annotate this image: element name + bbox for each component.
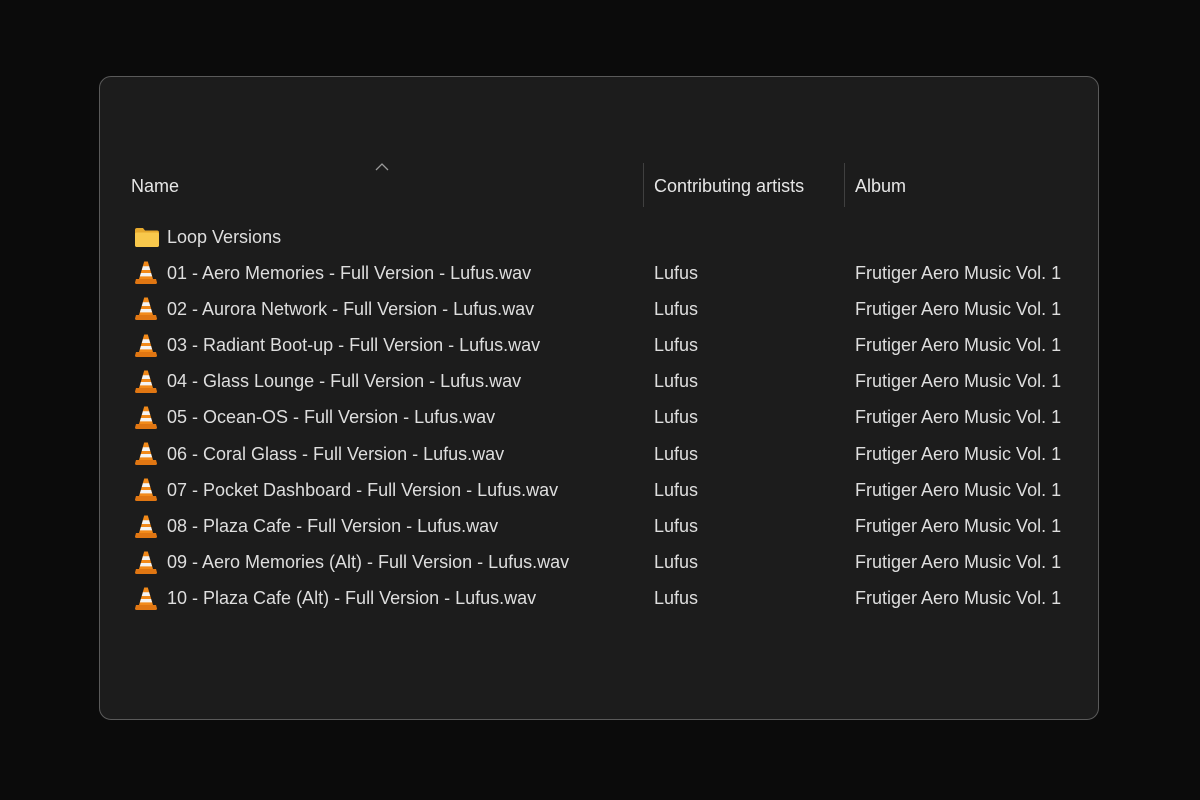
file-name-cell: Loop Versions — [134, 219, 281, 255]
file-row[interactable]: 01 - Aero Memories - Full Version - Lufu… — [100, 255, 1098, 291]
column-resize-handle-artists[interactable] — [844, 163, 845, 207]
file-name-label: 01 - Aero Memories - Full Version - Lufu… — [167, 262, 532, 283]
sort-ascending-icon — [375, 163, 389, 171]
contributing-artist-cell: Lufus — [654, 552, 699, 573]
file-name-label: 04 - Glass Lounge - Full Version - Lufus… — [167, 371, 522, 392]
column-header-contributing-artists[interactable]: Contributing artists — [654, 163, 804, 209]
file-name-label: Loop Versions — [167, 226, 282, 247]
file-name-label: 07 - Pocket Dashboard - Full Version - L… — [167, 479, 559, 500]
file-row[interactable]: 08 - Plaza Cafe - Full Version - Lufus.w… — [100, 509, 1098, 545]
album-cell: Frutiger Aero Music Vol. 1 — [855, 516, 1062, 536]
contributing-artist-cell: Lufus — [654, 516, 699, 536]
column-header-album[interactable]: Album — [855, 163, 906, 209]
contributing-artist-cell: Lufus — [654, 262, 699, 283]
file-name-label: 06 - Coral Glass - Full Version - Lufus.… — [167, 443, 505, 464]
file-name-cell: 08 - Plaza Cafe - Full Version - Lufus.w… — [134, 509, 498, 545]
vlc-cone-icon — [134, 333, 160, 359]
album-cell: Frutiger Aero Music Vol. 1 — [855, 298, 1062, 319]
file-explorer-window: Name Contributing artists Album Loop Ver… — [99, 76, 1099, 720]
file-row[interactable]: 03 - Radiant Boot-up - Full Version - Lu… — [100, 328, 1098, 364]
vlc-cone-icon — [134, 405, 160, 431]
file-row[interactable]: 06 - Coral Glass - Full Version - Lufus.… — [100, 436, 1098, 472]
file-row[interactable]: 05 - Ocean-OS - Full Version - Lufus.wav… — [100, 400, 1098, 436]
vlc-cone-icon — [134, 369, 160, 395]
file-name-label: 02 - Aurora Network - Full Version - Luf… — [167, 298, 535, 319]
contributing-artist-cell: Lufus — [654, 407, 699, 428]
vlc-cone-icon — [134, 441, 160, 467]
contributing-artist-cell: Lufus — [654, 479, 699, 500]
file-name-cell: 04 - Glass Lounge - Full Version - Lufus… — [134, 364, 521, 400]
contributing-artist-cell: Lufus — [654, 298, 699, 319]
file-name-cell: 02 - Aurora Network - Full Version - Luf… — [134, 291, 534, 327]
contributing-artist-cell: Lufus — [654, 443, 699, 464]
file-name-label: 05 - Ocean-OS - Full Version - Lufus.wav — [167, 407, 496, 428]
folder-row[interactable]: Loop Versions — [100, 219, 1098, 255]
album-cell: Frutiger Aero Music Vol. 1 — [855, 479, 1062, 500]
file-name-cell: 01 - Aero Memories - Full Version - Lufu… — [134, 255, 531, 291]
vlc-cone-icon — [134, 296, 160, 322]
contributing-artist-cell: Lufus — [654, 335, 699, 356]
file-name-label: 09 - Aero Memories (Alt) - Full Version … — [167, 552, 570, 573]
column-resize-handle-name[interactable] — [643, 163, 644, 207]
vlc-cone-icon — [134, 586, 160, 612]
file-name-label: 03 - Radiant Boot-up - Full Version - Lu… — [167, 335, 541, 356]
file-name-cell: 05 - Ocean-OS - Full Version - Lufus.wav — [134, 400, 495, 436]
file-list: Loop Versions 01 - Aero Memories - Full … — [100, 219, 1098, 617]
file-name-cell: 09 - Aero Memories (Alt) - Full Version … — [134, 545, 569, 581]
file-name-label: 10 - Plaza Cafe (Alt) - Full Version - L… — [167, 588, 537, 609]
column-header-name[interactable]: Name — [131, 163, 179, 209]
file-row[interactable]: 04 - Glass Lounge - Full Version - Lufus… — [100, 364, 1098, 400]
file-name-label: 08 - Plaza Cafe - Full Version - Lufus.w… — [167, 516, 499, 536]
file-name-cell: 06 - Coral Glass - Full Version - Lufus.… — [134, 436, 504, 472]
file-row[interactable]: 07 - Pocket Dashboard - Full Version - L… — [100, 472, 1098, 508]
album-cell: Frutiger Aero Music Vol. 1 — [855, 443, 1062, 464]
vlc-cone-icon — [134, 550, 160, 576]
vlc-cone-icon — [134, 514, 160, 540]
vlc-cone-icon — [134, 260, 160, 286]
album-cell: Frutiger Aero Music Vol. 1 — [855, 588, 1062, 609]
column-header-bar: Name Contributing artists Album — [100, 163, 1098, 209]
vlc-cone-icon — [134, 477, 160, 503]
album-cell: Frutiger Aero Music Vol. 1 — [855, 262, 1062, 283]
file-name-cell: 03 - Radiant Boot-up - Full Version - Lu… — [134, 328, 540, 364]
album-cell: Frutiger Aero Music Vol. 1 — [855, 335, 1062, 356]
album-cell: Frutiger Aero Music Vol. 1 — [855, 407, 1062, 428]
contributing-artist-cell: Lufus — [654, 371, 699, 392]
file-name-cell: 07 - Pocket Dashboard - Full Version - L… — [134, 472, 558, 508]
contributing-artist-cell: Lufus — [654, 588, 699, 609]
file-name-cell: 10 - Plaza Cafe (Alt) - Full Version - L… — [134, 581, 536, 617]
file-row[interactable]: 09 - Aero Memories (Alt) - Full Version … — [100, 545, 1098, 581]
file-row[interactable]: 02 - Aurora Network - Full Version - Luf… — [100, 291, 1098, 327]
file-row[interactable]: 10 - Plaza Cafe (Alt) - Full Version - L… — [100, 581, 1098, 617]
folder-icon — [134, 224, 160, 250]
album-cell: Frutiger Aero Music Vol. 1 — [855, 552, 1062, 573]
album-cell: Frutiger Aero Music Vol. 1 — [855, 371, 1062, 392]
